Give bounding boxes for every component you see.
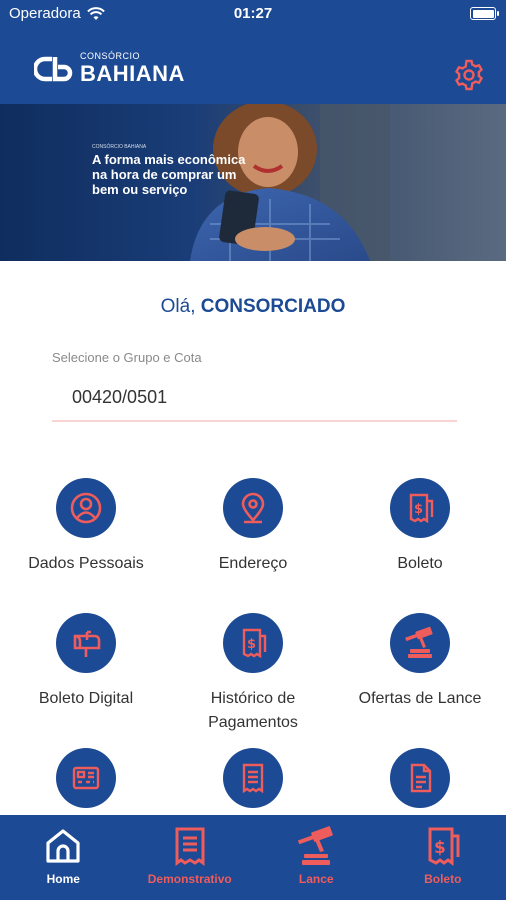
banner-brand-text: CONSÓRCIO BAHIANA [92, 144, 147, 150]
menu-label: Boleto Digital [38, 690, 134, 707]
menu-label: Endereço [218, 555, 288, 572]
menu-historico-pagamentos[interactable]: $ Histórico de Pagamentos [169, 613, 337, 735]
user-name: CONSORCIADO [200, 296, 346, 317]
group-quota-label: Selecione o Grupo e Cota [52, 350, 202, 365]
gear-icon[interactable] [452, 58, 486, 92]
receipt-dollar-icon: $ [390, 478, 450, 538]
document-icon [390, 748, 450, 808]
tab-label: Boleto [424, 872, 462, 886]
receipt-dollar-icon: $ [428, 827, 460, 866]
clock: 01:27 [233, 5, 273, 22]
menu-boleto-digital[interactable]: Boleto Digital [2, 613, 170, 711]
tab-label: Lance [298, 872, 334, 886]
calculator-icon [56, 748, 116, 808]
greeting-prefix: Olá, [160, 296, 201, 317]
user-icon [56, 478, 116, 538]
location-pin-icon [223, 478, 283, 538]
logo-mark-icon [34, 56, 73, 82]
tab-boleto[interactable]: $ Boleto [380, 815, 506, 900]
menu-ofertas-lance[interactable]: Ofertas de Lance [336, 613, 504, 711]
banner-tagline: A forma mais econômica na hora de compra… [92, 152, 246, 197]
tab-label: Home [46, 872, 80, 886]
menu-label: Histórico de Pagamentos [208, 690, 298, 731]
home-icon [46, 829, 80, 863]
menu-boleto[interactable]: $ Boleto [336, 478, 504, 576]
receipt-list-icon [175, 827, 205, 866]
mailbox-icon [56, 613, 116, 673]
menu-documentos[interactable] [336, 748, 504, 808]
svg-text:$: $ [247, 637, 256, 652]
tab-home[interactable]: Home [0, 815, 127, 900]
greeting: Olá, CONSORCIADO [0, 296, 506, 318]
menu-dados-pessoais[interactable]: Dados Pessoais [2, 478, 170, 576]
tab-lance[interactable]: Lance [253, 815, 380, 900]
bottom-tab-bar: Home Demonstrativo Lance $ Boleto [0, 815, 506, 900]
logo-big-text: BAHIANA [80, 61, 185, 86]
menu-label: Ofertas de Lance [358, 690, 482, 707]
svg-text:$: $ [414, 502, 423, 517]
menu-endereco[interactable]: Endereço [169, 478, 337, 576]
svg-text:$: $ [434, 838, 446, 858]
status-bar: Operadora 01:27 [0, 0, 506, 28]
group-quota-field[interactable] [52, 374, 457, 422]
menu-demonstrativo[interactable] [169, 748, 337, 808]
tab-demonstrativo[interactable]: Demonstrativo [127, 815, 254, 900]
auction-hammer-icon [298, 826, 334, 865]
menu-calculadora[interactable] [2, 748, 170, 808]
tab-label: Demonstrativo [147, 872, 232, 886]
menu-label: Boleto [397, 555, 443, 572]
app-logo: CONSÓRCIO BAHIANA [34, 52, 185, 85]
battery-icon [470, 7, 499, 20]
receipt-dollar-icon: $ [223, 613, 283, 673]
menu-label: Dados Pessoais [28, 555, 144, 572]
promo-banner[interactable]: CONSÓRCIO BAHIANA A forma mais econômica… [0, 104, 506, 261]
logo-small-text: CONSÓRCIO [80, 51, 141, 61]
auction-hammer-icon [390, 613, 450, 673]
app-bar: CONSÓRCIO BAHIANA [0, 28, 506, 104]
receipt-list-icon [223, 748, 283, 808]
